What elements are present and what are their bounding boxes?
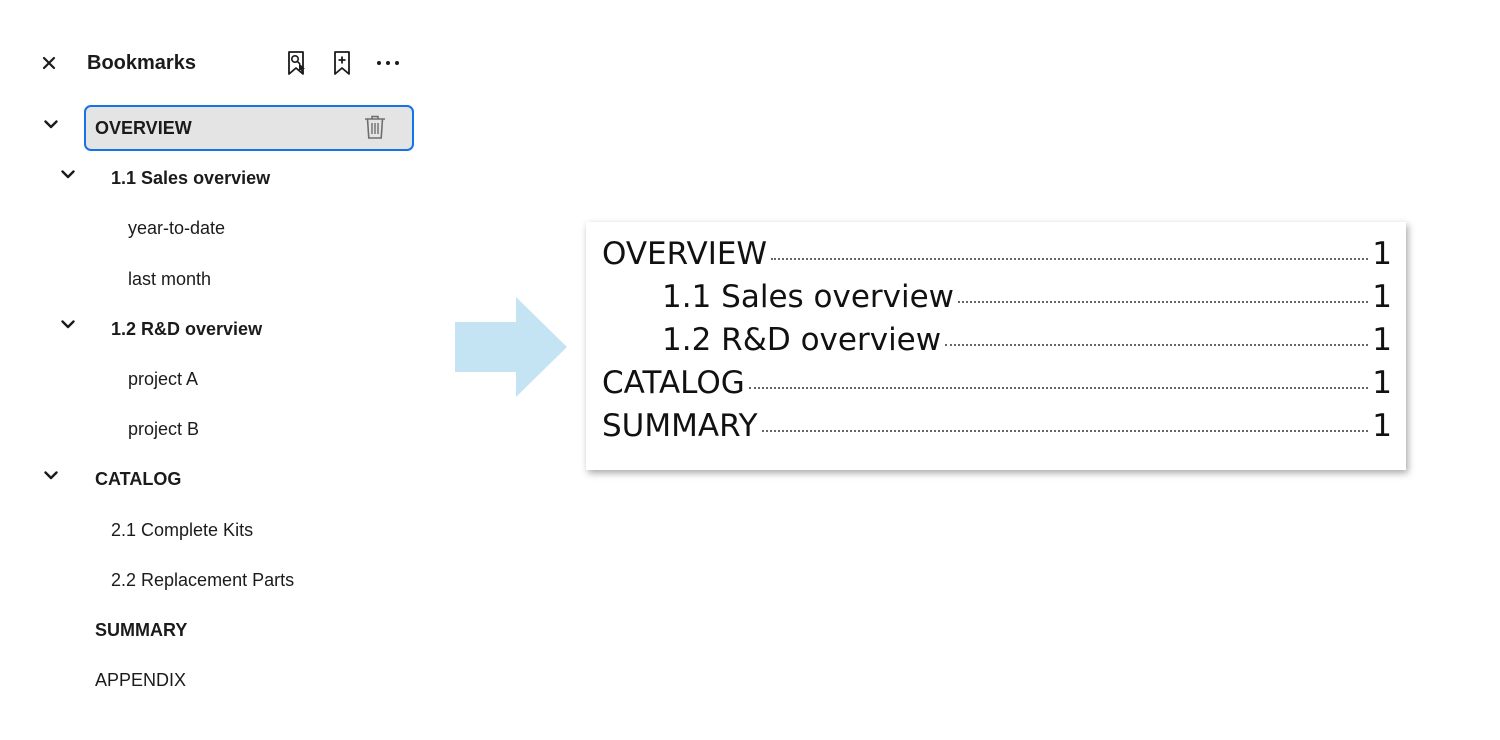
toc-page-number: 1 bbox=[1372, 408, 1392, 444]
toc-page-number: 1 bbox=[1372, 279, 1392, 315]
bookmark-label: 1.2 R&D overview bbox=[111, 318, 263, 339]
bookmarks-panel: Bookmarks OVERVIEW 1.1 Sales overview ye… bbox=[0, 0, 440, 740]
toc-entry-text: OVERVIEW bbox=[602, 236, 768, 272]
bookmark-label: last month bbox=[128, 268, 212, 289]
find-bookmark-icon[interactable] bbox=[281, 48, 311, 78]
toc-entry: SUMMARY 1 bbox=[602, 408, 1392, 451]
toc-entry-text: SUMMARY bbox=[602, 408, 758, 444]
trash-icon[interactable] bbox=[361, 113, 389, 141]
toc-leader-dots bbox=[771, 258, 1369, 260]
bookmark-label: CATALOG bbox=[95, 469, 182, 490]
panel-title: Bookmarks bbox=[87, 52, 196, 74]
add-bookmark-icon[interactable] bbox=[327, 48, 357, 78]
bookmark-label: project B bbox=[128, 419, 200, 440]
chevron-down-icon[interactable] bbox=[42, 115, 60, 133]
toc-page-number: 1 bbox=[1372, 365, 1392, 401]
table-of-contents-preview: OVERVIEW 1 1.1 Sales overview 1 1.2 R&D … bbox=[586, 222, 1406, 470]
bookmark-item[interactable]: 2.2 Replacement Parts bbox=[0, 555, 440, 605]
bookmark-tree: OVERVIEW 1.1 Sales overview year-to-date… bbox=[0, 103, 440, 705]
chevron-down-icon[interactable] bbox=[59, 165, 77, 183]
close-icon[interactable] bbox=[38, 52, 60, 74]
bookmark-item[interactable]: project A bbox=[0, 354, 440, 404]
bookmark-item[interactable]: last month bbox=[0, 254, 440, 304]
bookmark-label: 1.1 Sales overview bbox=[111, 168, 271, 189]
bookmark-label: SUMMARY bbox=[95, 619, 188, 640]
toc-leader-dots bbox=[958, 301, 1369, 303]
toc-leader-dots bbox=[945, 344, 1369, 346]
bookmark-label: 2.1 Complete Kits bbox=[111, 519, 254, 540]
chevron-down-icon[interactable] bbox=[42, 466, 60, 484]
bookmark-item[interactable]: SUMMARY bbox=[0, 605, 440, 655]
toc-entry-text: 1.2 R&D overview bbox=[662, 322, 942, 358]
bookmark-label: year-to-date bbox=[128, 218, 226, 239]
toc-leader-dots bbox=[761, 430, 1369, 432]
bookmark-item[interactable]: APPENDIX bbox=[0, 655, 440, 705]
toc-page-number: 1 bbox=[1372, 236, 1392, 272]
toc-leader-dots bbox=[748, 387, 1369, 389]
bookmark-item[interactable]: year-to-date bbox=[0, 203, 440, 253]
toc-entry-text: 1.1 Sales overview bbox=[662, 279, 955, 315]
bookmark-label: 2.2 Replacement Parts bbox=[111, 569, 295, 590]
bookmark-label: OVERVIEW bbox=[95, 118, 192, 138]
more-options-icon[interactable] bbox=[373, 48, 403, 78]
bookmark-label: APPENDIX bbox=[95, 670, 187, 691]
toc-entry: 1.2 R&D overview 1 bbox=[662, 322, 1392, 365]
arrow-right-icon bbox=[455, 297, 567, 397]
bookmark-item[interactable]: 1.1 Sales overview bbox=[0, 153, 440, 203]
toc-entry-text: CATALOG bbox=[602, 365, 745, 401]
chevron-down-icon[interactable] bbox=[59, 316, 77, 334]
bookmark-item[interactable]: 2.1 Complete Kits bbox=[0, 505, 440, 555]
bookmark-item[interactable]: 1.2 R&D overview bbox=[0, 304, 440, 354]
bookmark-label: project A bbox=[128, 368, 199, 389]
panel-header: Bookmarks bbox=[0, 40, 440, 88]
toc-entry: CATALOG 1 bbox=[602, 365, 1392, 408]
bookmark-item[interactable]: OVERVIEW bbox=[0, 103, 440, 153]
toc-page-number: 1 bbox=[1372, 322, 1392, 358]
toc-entry: 1.1 Sales overview 1 bbox=[662, 279, 1392, 322]
toc-entry: OVERVIEW 1 bbox=[602, 236, 1392, 279]
bookmark-item[interactable]: project B bbox=[0, 404, 440, 454]
bookmark-item[interactable]: CATALOG bbox=[0, 454, 440, 504]
